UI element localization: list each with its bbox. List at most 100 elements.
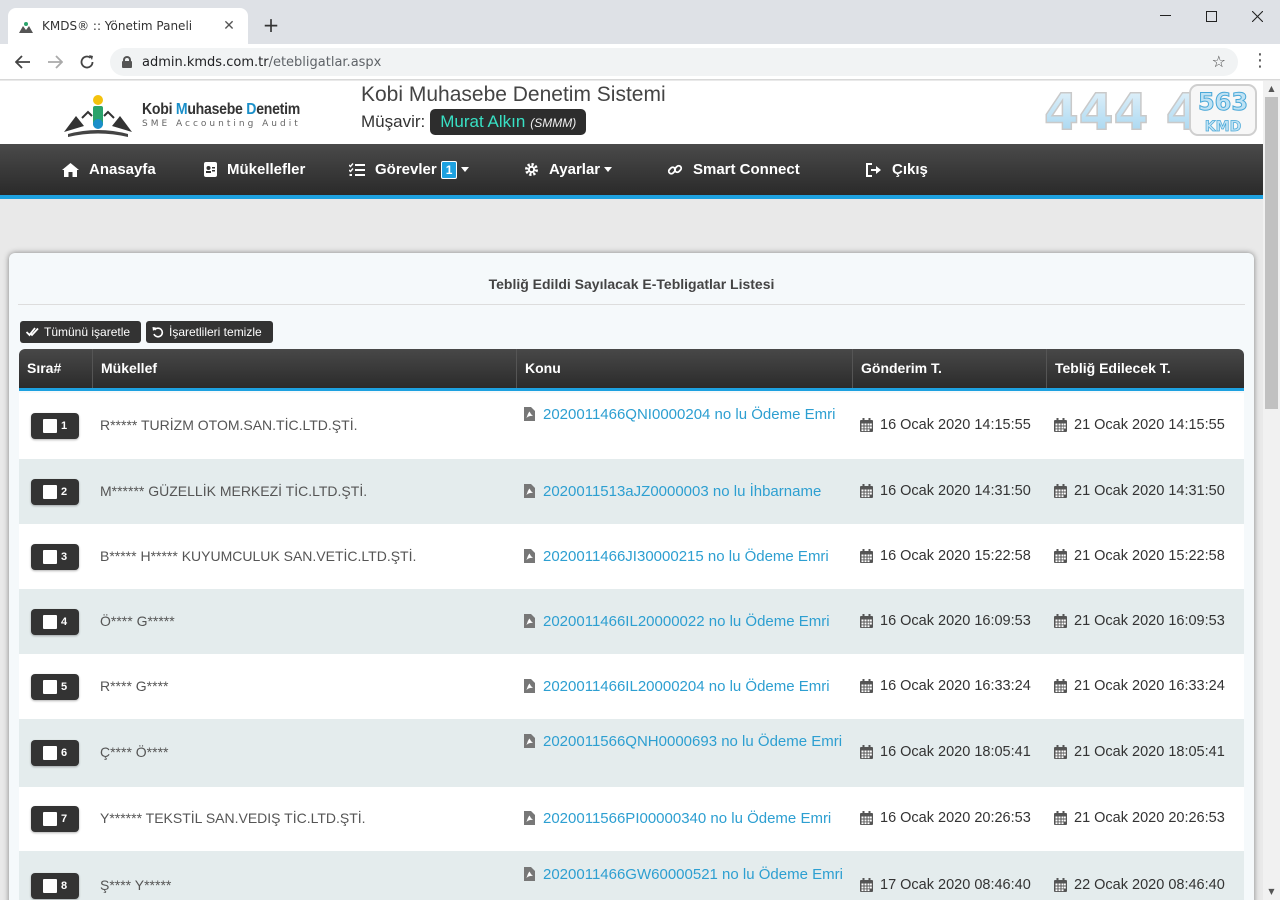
clear-marks-button[interactable]: İşaretlileri temizle — [146, 321, 273, 343]
url-host: admin.kmds.com.tr — [142, 54, 269, 70]
table-row: 6 Ç**** Ö**** 2020011566QNH0000693 no lu Ö… — [19, 719, 1244, 787]
row-select-checkbox[interactable]: 1 — [31, 413, 79, 439]
reload-icon[interactable] — [74, 49, 100, 75]
new-tab-icon[interactable]: + — [260, 14, 282, 36]
subject-link[interactable]: 2020011466IL20000204 no lu Ödeme Emri — [524, 676, 849, 699]
close-window-icon[interactable] — [1234, 0, 1280, 32]
nav-logout[interactable]: Çıkış — [866, 144, 928, 195]
checkbox-icon — [42, 615, 57, 629]
maximize-icon[interactable] — [1188, 0, 1234, 32]
row-select-checkbox[interactable]: 4 — [31, 609, 79, 635]
subject-link[interactable]: 2020011466QNI0000204 no lu Ödeme Emri — [524, 404, 849, 427]
page-content: Kobi Muhasebe Denetim SME Accounting Aud… — [0, 81, 1263, 900]
pdf-file-icon — [524, 483, 535, 504]
subject-link[interactable]: 2020011466IL20000022 no lu Ödeme Emri — [524, 611, 849, 634]
calendar-icon — [1054, 418, 1067, 432]
nav-taxpayers[interactable]: Mükellefler — [204, 144, 305, 195]
pdf-file-icon — [524, 406, 535, 427]
calendar-icon — [860, 484, 873, 498]
nav-home[interactable]: Anasayfa — [62, 144, 156, 195]
notify-date: 21 Ocak 2020 15:22:58 — [1054, 548, 1225, 564]
checkbox-icon — [42, 812, 57, 826]
calendar-icon — [860, 745, 873, 759]
calendar-icon — [860, 878, 873, 892]
calendar-icon — [1054, 614, 1067, 628]
taxpayer-name: Ş**** Y***** — [100, 877, 172, 893]
nav-tasks[interactable]: Görevler 1 — [349, 144, 470, 195]
browser-menu-icon[interactable]: ⋮ — [1250, 50, 1270, 74]
taxpayer-name: Y****** TEKSTİL SAN.VEDIŞ TİC.LTD.ŞTİ. — [100, 810, 366, 826]
pdf-file-icon — [524, 613, 535, 634]
checkbox-icon — [42, 419, 57, 433]
bookmark-star-icon[interactable]: ☆ — [1212, 52, 1226, 71]
calendar-icon — [1054, 484, 1067, 498]
select-all-button[interactable]: Tümünü işaretle — [20, 321, 141, 343]
row-select-checkbox[interactable]: 7 — [31, 806, 79, 832]
col-sent-date[interactable]: Gönderim T. — [852, 349, 1046, 388]
col-notify-date[interactable]: Tebliğ Edilecek T. — [1046, 349, 1244, 388]
scroll-up-icon[interactable]: ▲ — [1263, 81, 1280, 97]
col-subject[interactable]: Konu — [516, 349, 852, 388]
pdf-file-icon — [524, 548, 535, 569]
sent-date: 16 Ocak 2020 14:15:55 — [860, 417, 1031, 433]
subject-link[interactable]: 2020011513aJZ0000003 no lu İhbarname — [524, 481, 849, 504]
table-row: 2 M****** GÜZELLİK MERKEZİ TİC.LTD.ŞTİ. 20… — [19, 459, 1244, 524]
url-path: /etebligatlar.aspx — [268, 54, 382, 70]
subject-link[interactable]: 2020011566QNH0000693 no lu Ödeme Emri — [524, 731, 849, 754]
calendar-icon — [860, 679, 873, 693]
col-taxpayer[interactable]: Mükellef — [92, 349, 516, 388]
site-header: Kobi Muhasebe Denetim SME Accounting Aud… — [0, 81, 1263, 144]
row-select-checkbox[interactable]: 2 — [31, 479, 79, 505]
scroll-down-icon[interactable]: ▼ — [1263, 884, 1280, 900]
table-header: Sıra# Mükellef Konu Gönderim T. Tebliğ E… — [19, 349, 1244, 391]
double-check-icon — [26, 326, 39, 338]
browser-tab[interactable]: KMDS® :: Yönetim Paneli ✕ — [8, 8, 248, 44]
taxpayer-name: M****** GÜZELLİK MERKEZİ TİC.LTD.ŞTİ. — [100, 483, 368, 499]
notify-date: 21 Ocak 2020 20:26:53 — [1054, 810, 1225, 826]
close-tab-icon[interactable]: ✕ — [220, 17, 238, 35]
minimize-icon[interactable] — [1142, 0, 1188, 32]
row-select-checkbox[interactable]: 3 — [31, 544, 79, 570]
nav-smart-connect[interactable]: Smart Connect — [667, 144, 800, 195]
svg-text:KMD: KMD — [1205, 119, 1241, 135]
checkbox-icon — [42, 879, 57, 893]
calendar-icon — [860, 418, 873, 432]
task-list-icon — [349, 163, 365, 176]
row-select-checkbox[interactable]: 8 — [31, 873, 79, 899]
forward-icon[interactable] — [42, 49, 68, 75]
main-nav: Anasayfa Mükellefler Görevler 1 Ayarlar … — [0, 144, 1263, 199]
subject-link[interactable]: 2020011566PI00000340 no lu Ödeme Emri — [524, 808, 849, 831]
pdf-file-icon — [524, 678, 535, 699]
row-number: 3 — [60, 551, 68, 563]
table-row: 8 Ş**** Y***** 2020011466GW60000521 no lu … — [19, 851, 1244, 900]
calendar-icon — [860, 549, 873, 563]
kmds-logo[interactable]: Kobi Muhasebe Denetim SME Accounting Aud… — [62, 91, 312, 139]
taxpayer-name: Ç**** Ö**** — [100, 744, 169, 760]
subject-link[interactable]: 2020011466JI30000215 no lu Ödeme Emri — [524, 546, 849, 569]
svg-text:563: 563 — [1198, 88, 1248, 116]
subject-link[interactable]: 2020011466GW60000521 no lu Ödeme Emri — [524, 864, 849, 887]
browser-toolbar: admin.kmds.com.tr/etebligatlar.aspx ☆ — [0, 44, 1280, 80]
scroll-thumb[interactable] — [1265, 97, 1278, 409]
calendar-icon — [1054, 679, 1067, 693]
etebligat-card: Tebliğ Edildi Sayılacak E-Tebligatlar Li… — [9, 253, 1254, 900]
kmds-logo-mark-icon — [62, 92, 134, 138]
phone-logo: 444 4 563 KMD — [1040, 81, 1260, 142]
address-bar[interactable]: admin.kmds.com.tr/etebligatlar.aspx ☆ — [110, 48, 1238, 76]
chevron-down-icon — [604, 167, 613, 172]
page-scrollbar[interactable]: ▲ ▼ — [1263, 81, 1280, 900]
advisor-title: (SMMM) — [530, 116, 577, 130]
row-select-checkbox[interactable]: 5 — [31, 674, 79, 700]
table-row: 4 Ö**** G***** 2020011466IL20000022 no lu … — [19, 589, 1244, 654]
col-index[interactable]: Sıra# — [19, 349, 92, 388]
calendar-icon — [1054, 549, 1067, 563]
calendar-icon — [1054, 745, 1067, 759]
taxpayer-name: B***** H***** KUYUMCULUK SAN.VETİC.LTD.Ş… — [100, 548, 417, 564]
logout-icon — [866, 162, 882, 177]
nav-settings[interactable]: Ayarlar — [524, 144, 613, 195]
tab-title: KMDS® :: Yönetim Paneli — [42, 19, 193, 33]
back-icon[interactable] — [10, 49, 36, 75]
row-select-checkbox[interactable]: 6 — [31, 740, 79, 766]
notify-date: 21 Ocak 2020 18:05:41 — [1054, 744, 1225, 760]
checkbox-icon — [42, 550, 57, 564]
